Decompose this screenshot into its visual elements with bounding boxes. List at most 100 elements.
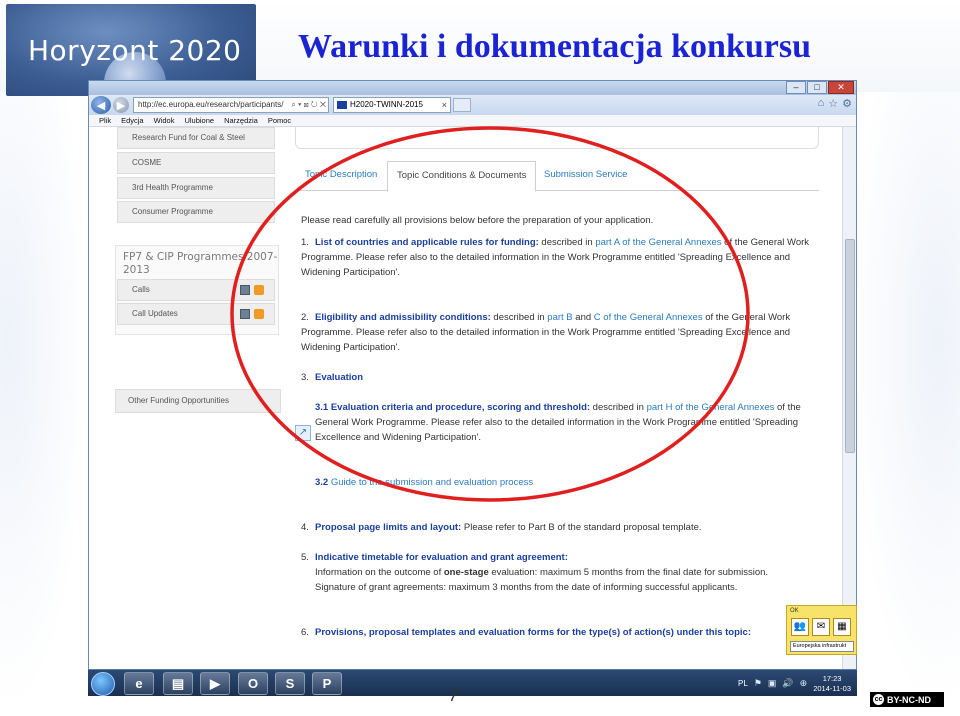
language-select[interactable]: Europejska infrastrukt: [790, 641, 854, 652]
rss-icon[interactable]: [254, 285, 264, 295]
calendar-icon[interactable]: [240, 285, 250, 295]
item-heading: Evaluation: [315, 372, 364, 383]
rss-icon[interactable]: [254, 309, 264, 319]
menu-narzedzia[interactable]: Narzędzia: [224, 115, 258, 126]
new-tab-button[interactable]: [453, 98, 471, 112]
clock-time: 17:23: [822, 673, 842, 683]
general-annexes-c-link[interactable]: C of the General Annexes: [594, 312, 703, 323]
network-icon[interactable]: ▣: [768, 678, 777, 689]
taskbar-explorer-icon[interactable]: ▤: [163, 672, 193, 695]
back-button[interactable]: ◀: [91, 96, 111, 114]
system-tray: PL ⚑ ▣ 🔊 ⊕ 17:23 2014-11-03: [738, 672, 851, 695]
license-badge: cc BY-NC-ND: [870, 692, 944, 707]
navigation-bar: ◀ ▶ http://ec.europa.eu/research/partici…: [89, 95, 856, 115]
logo-text: Horyzont 2020: [28, 34, 242, 67]
tab-topic-conditions[interactable]: Topic Conditions & Documents: [387, 161, 537, 192]
address-controls-icon[interactable]: ⌕ ▾ ⊠ ↻ ✕: [291, 98, 326, 112]
sidebar-item-other-funding[interactable]: Other Funding Opportunities: [115, 389, 281, 413]
browser-tab-title: H2020-TWINN-2015: [350, 100, 423, 109]
external-link-icon[interactable]: ↗: [295, 425, 311, 441]
forward-button[interactable]: ▶: [113, 97, 129, 113]
minimize-button[interactable]: –: [786, 81, 806, 94]
item-heading: Provisions, proposal templates and evalu…: [315, 627, 752, 638]
sidebar-group-title: FP7 & CIP Programmes 2007-2013: [123, 251, 278, 276]
item-heading: List of countries and applicable rules f…: [315, 237, 539, 248]
grid-icon[interactable]: ▦: [833, 618, 851, 636]
page-number: 7: [449, 688, 458, 705]
menu-edycja[interactable]: Edycja: [121, 115, 144, 126]
tab-submission-service[interactable]: Submission Service: [544, 169, 627, 180]
item-heading: Indicative timetable for evaluation and …: [315, 552, 568, 563]
address-bar[interactable]: http://ec.europa.eu/research/participant…: [133, 97, 329, 113]
slide-title: Warunki i dokumentacja konkursu: [298, 28, 811, 65]
sidebar-item-call-updates[interactable]: Call Updates: [117, 303, 275, 325]
topic-tabs: Topic Description Topic Conditions & Doc…: [295, 161, 819, 192]
windows-taskbar: e ▤ ▶ O S P PL ⚑ ▣ 🔊 ⊕ 17:23 2014-11-03: [88, 669, 857, 696]
browser-window: – □ ✕ ◀ ▶ http://ec.europa.eu/research/p…: [88, 80, 857, 670]
volume-icon[interactable]: 🔊: [782, 678, 793, 689]
list-item-3-2: 3.2 Guide to the submission and evaluati…: [315, 475, 821, 490]
list-item-3: 3. Evaluation: [301, 372, 364, 383]
language-indicator[interactable]: PL: [738, 679, 748, 688]
list-item-6: 6. Provisions, proposal templates and eva…: [301, 627, 752, 638]
favorites-icon[interactable]: ☆: [828, 97, 838, 110]
taskbar-outlook-icon[interactable]: O: [238, 672, 268, 695]
page-content: Research Fund for Coal & Steel COSME 3rd…: [89, 127, 841, 669]
tab-topic-description[interactable]: Topic Description: [305, 169, 377, 180]
taskbar-ie-icon[interactable]: e: [124, 672, 154, 695]
list-item-2: 2. Eligibility and admissibility conditio…: [301, 312, 791, 353]
sidebar-item-calls[interactable]: Calls: [117, 279, 275, 301]
vertical-scrollbar[interactable]: [842, 127, 856, 669]
menu-bar: Plik Edycja Widok Ulubione Narzędzia Pom…: [89, 115, 856, 127]
background-decoration-right: [850, 92, 960, 712]
scrollbar-thumb[interactable]: [845, 239, 855, 453]
browser-tab[interactable]: H2020-TWINN-2015 ×: [333, 97, 451, 113]
submission-guide-link[interactable]: Guide to the submission and evaluation p…: [328, 477, 533, 488]
item-heading: Proposal page limits and layout:: [315, 522, 462, 533]
tab-close-icon[interactable]: ×: [442, 98, 447, 112]
panel-top-strip: [295, 127, 819, 149]
forward-arrow-icon: ▶: [116, 99, 126, 112]
part-b-link[interactable]: part B: [547, 312, 572, 323]
calendar-icon[interactable]: [240, 309, 250, 319]
start-button[interactable]: [91, 672, 115, 696]
update-icon[interactable]: ⊕: [800, 678, 808, 689]
sidebar-item-cosme[interactable]: COSME: [117, 152, 275, 174]
users-icon[interactable]: 👥: [791, 618, 809, 636]
list-item-1: 1. List of countries and applicable rules…: [301, 237, 810, 278]
clock[interactable]: 17:23 2014-11-03: [813, 674, 851, 694]
menu-ulubione[interactable]: Ulubione: [184, 115, 214, 126]
flag-icon[interactable]: ⚑: [754, 678, 762, 689]
maximize-button[interactable]: □: [807, 81, 827, 94]
taskbar-media-icon[interactable]: ▶: [200, 672, 230, 695]
back-arrow-icon: ◀: [96, 99, 106, 112]
sidebar-item-coal-steel[interactable]: Research Fund for Coal & Steel: [117, 127, 275, 149]
home-icon[interactable]: ⌂: [818, 97, 825, 110]
taskbar-powerpoint-icon[interactable]: P: [312, 672, 342, 695]
menu-plik[interactable]: Plik: [99, 115, 111, 126]
language-bar-label: OK: [790, 608, 799, 614]
sidebar-item-label: Calls: [132, 285, 150, 294]
clock-date: 2014-11-03: [813, 683, 851, 693]
window-titlebar: – □ ✕: [89, 81, 856, 95]
sidebar-item-consumer[interactable]: Consumer Programme: [117, 201, 275, 223]
intro-text: Please read carefully all provisions bel…: [301, 215, 654, 226]
close-button[interactable]: ✕: [828, 81, 854, 94]
settings-gear-icon[interactable]: ⚙: [842, 97, 852, 110]
general-annexes-h-link[interactable]: part H of the General Annexes: [647, 402, 775, 413]
item-heading: 3.2: [315, 477, 329, 488]
taskbar-skype-icon[interactable]: S: [275, 672, 305, 695]
main-panel: Topic Description Topic Conditions & Doc…: [295, 127, 831, 669]
language-bar-popup: OK 👥 ✉ ▦ Europejska infrastrukt: [786, 605, 857, 655]
address-url: http://ec.europa.eu/research/participant…: [138, 100, 284, 109]
mail-icon[interactable]: ✉: [812, 618, 830, 636]
list-item-4: 4. Proposal page limits and layout: Pleas…: [301, 522, 702, 533]
menu-widok[interactable]: Widok: [154, 115, 175, 126]
creative-commons-icon: cc: [873, 694, 884, 705]
license-text: BY-NC-ND: [887, 694, 931, 705]
sidebar-item-health[interactable]: 3rd Health Programme: [117, 177, 275, 199]
sidebar-item-label: Call Updates: [132, 309, 178, 318]
general-annexes-a-link[interactable]: part A of the General Annexes: [595, 237, 721, 248]
list-item-3-1: 3.1 Evaluation criteria and procedure, s…: [315, 402, 801, 443]
menu-pomoc[interactable]: Pomoc: [268, 115, 291, 126]
